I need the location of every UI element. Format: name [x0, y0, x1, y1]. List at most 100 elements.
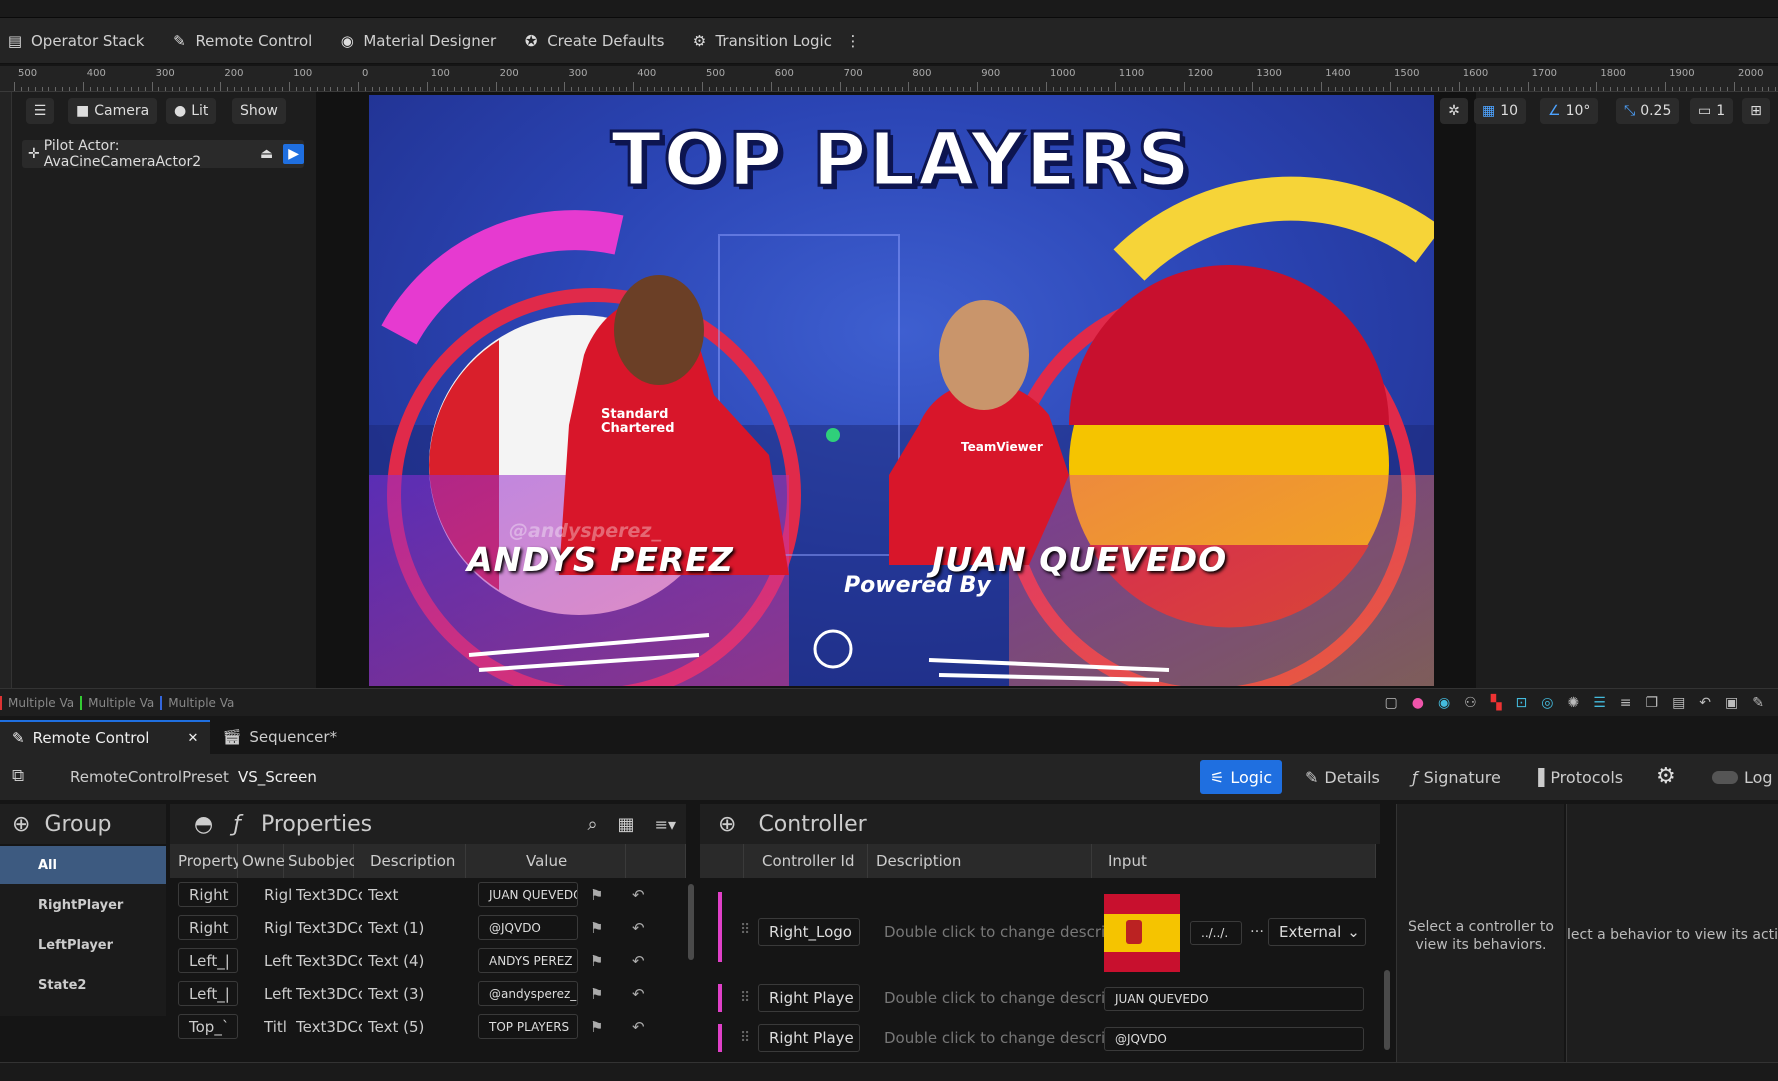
pin-icon[interactable]: ✎ — [1752, 695, 1764, 711]
ellipsis-icon[interactable]: … — [1250, 920, 1264, 936]
property-value-field[interactable]: @JQVDO — [478, 915, 578, 940]
property-name[interactable]: Right — [178, 915, 238, 940]
controller-id-right-logo[interactable]: Right_Logo — [758, 918, 860, 946]
drag-handle-icon-2[interactable]: ⠿ — [740, 990, 750, 1006]
properties-scrollbar[interactable] — [688, 884, 694, 960]
more-options-icon[interactable]: ⋮ — [844, 32, 862, 50]
col-subobject[interactable]: Subobjec — [284, 844, 357, 878]
property-value-field[interactable]: ANDYS PEREZ — [478, 948, 578, 973]
flag-icon[interactable]: ⚑ — [590, 981, 610, 1006]
reset-icon[interactable]: ↶ — [632, 915, 652, 940]
property-row[interactable]: Right Rigl Text3DCc Text (1) @JQVDO ⚑ ↶ — [170, 911, 686, 944]
flag-icon[interactable]: ⚑ — [590, 948, 610, 973]
property-row[interactable]: Right Rigl Text3DCc Text JUAN QUEVEDO ⚑ ↶ — [170, 878, 686, 911]
spain-flag-thumbnail[interactable] — [1104, 894, 1180, 972]
close-icon[interactable]: ✕ — [187, 731, 198, 746]
reset-icon[interactable]: ↶ — [632, 882, 652, 907]
controller-description-3[interactable]: Double click to change descri — [884, 1029, 1105, 1047]
settings-icon[interactable]: ⚙ — [1656, 764, 1676, 789]
channels-icon[interactable]: ▚ — [1491, 695, 1502, 711]
drag-handle-icon-3[interactable]: ⠿ — [740, 1030, 750, 1046]
controller-description-1[interactable]: Double click to change descri — [884, 923, 1105, 941]
property-name[interactable]: Left_| — [178, 981, 238, 1006]
pilot-camera-icon[interactable]: ▶ — [283, 144, 304, 164]
panels-icon[interactable]: ❐ — [1646, 695, 1659, 711]
operator-stack-button[interactable]: ▤ Operator Stack — [6, 32, 145, 50]
multi-value-x[interactable]: Multiple Va — [0, 695, 80, 710]
col-controller-description[interactable]: Description — [868, 844, 1092, 878]
property-name[interactable]: Left_| — [178, 948, 238, 973]
controller-id-right-player-2[interactable]: Right Playe — [758, 1024, 860, 1052]
property-value-field[interactable]: TOP PLAYERS — [478, 1014, 578, 1039]
bounds-icon[interactable]: ⊡ — [1516, 695, 1528, 711]
function-filter-icon[interactable]: ƒ — [233, 812, 241, 837]
grid-snap-button[interactable]: ▦ 10 — [1474, 98, 1527, 124]
col-owner[interactable]: Owne — [238, 844, 285, 878]
signature-button[interactable]: ƒ Signature — [1402, 760, 1511, 794]
reset-icon[interactable]: ↶ — [632, 948, 652, 973]
material-designer-button[interactable]: ◉ Material Designer — [338, 32, 496, 50]
group-item-rightplayer[interactable]: RightPlayer — [0, 886, 166, 924]
col-controller-input[interactable]: Input — [1092, 844, 1376, 878]
property-row[interactable]: Left_| Left Text3DCc Text (3) @andysperez_r ⚑… — [170, 977, 686, 1010]
table-icon[interactable]: ▤ — [1672, 695, 1685, 711]
camera-button[interactable]: ■ Camera — [68, 98, 158, 124]
group-item-all[interactable]: All — [0, 846, 166, 884]
flag-icon[interactable]: ⚑ — [590, 915, 610, 940]
viewport-menu-button[interactable]: ☰ — [26, 98, 54, 124]
flag-icon[interactable]: ⚑ — [590, 1014, 610, 1039]
controller-id-right-player-1[interactable]: Right Playe — [758, 984, 860, 1012]
browse-preset-icon[interactable]: ⧉ — [12, 766, 24, 786]
col-description[interactable]: Description — [354, 844, 466, 878]
property-row[interactable]: Left_| Left Text3DCc Text (4) ANDYS PEREZ ⚑ ↶ — [170, 944, 686, 977]
angle-snap-button[interactable]: ∠ 10° — [1540, 98, 1599, 124]
shape-icon[interactable]: ▢ — [1385, 695, 1398, 711]
show-button[interactable]: Show — [232, 98, 286, 124]
protocols-button[interactable]: ▐ Protocols — [1522, 760, 1633, 794]
lighting-icon[interactable]: ◉ — [1438, 695, 1450, 711]
texture-path-input[interactable]: ../../. — [1190, 921, 1242, 945]
add-group-icon[interactable]: ⊕ — [12, 812, 30, 837]
camera-speed-button[interactable]: ▭ 1 — [1690, 98, 1734, 124]
grid-view-icon[interactable]: ▦ — [618, 814, 635, 835]
group-item-state2[interactable]: State2 — [0, 966, 166, 1004]
multi-value-z[interactable]: Multiple Va — [160, 695, 240, 710]
multi-value-y[interactable]: Multiple Va — [80, 695, 160, 710]
controller-input-right-player-name[interactable]: JUAN QUEVEDO — [1104, 987, 1364, 1011]
property-value-field[interactable]: @andysperez_r — [478, 981, 578, 1006]
details-button[interactable]: ✎ Details — [1295, 760, 1390, 794]
controller-input-right-player-handle[interactable]: @JQVDO — [1104, 1027, 1364, 1051]
property-name[interactable]: Top_` — [178, 1014, 238, 1039]
col-property[interactable]: Property — [170, 844, 241, 878]
controller-description-2[interactable]: Double click to change descri — [884, 989, 1105, 1007]
scale-snap-button[interactable]: ⤡ 0.25 — [1616, 98, 1680, 124]
controller-scrollbar[interactable] — [1384, 970, 1390, 1050]
undo-icon[interactable]: ↶ — [1699, 695, 1711, 711]
surface-snap-button[interactable]: ✲ — [1440, 98, 1468, 124]
color-wheel-icon[interactable]: ● — [1412, 695, 1424, 711]
filter-icon[interactable]: ≡ — [1620, 695, 1632, 711]
layout-button[interactable]: ⊞ — [1742, 98, 1770, 124]
settings-small-icon[interactable]: ✺ — [1567, 695, 1579, 711]
create-defaults-button[interactable]: ✪ Create Defaults — [522, 32, 665, 50]
search-icon[interactable]: ⌕ — [587, 814, 597, 835]
filter-dropdown-icon[interactable]: ≡▾ — [655, 815, 676, 834]
image-icon[interactable]: ▣ — [1725, 695, 1738, 711]
flag-icon[interactable]: ⚑ — [590, 882, 610, 907]
log-toggle[interactable]: Log — [1702, 760, 1778, 794]
drag-handle-icon[interactable]: ⠿ — [740, 922, 750, 938]
group-item-leftplayer[interactable]: LeftPlayer — [0, 926, 166, 964]
logic-button[interactable]: ⚟ Logic — [1200, 760, 1283, 794]
property-value-field[interactable]: JUAN QUEVEDO — [478, 882, 578, 907]
gamepad-icon[interactable]: ⚇ — [1464, 695, 1477, 711]
property-name[interactable]: Right — [178, 882, 238, 907]
col-value[interactable]: Value — [466, 844, 626, 878]
external-dropdown[interactable]: External ⌄ — [1268, 918, 1366, 946]
reset-icon[interactable]: ↶ — [632, 1014, 652, 1039]
visibility-icon[interactable]: ◎ — [1541, 695, 1553, 711]
list-icon[interactable]: ☰ — [1593, 695, 1606, 711]
eject-icon[interactable]: ⏏ — [254, 146, 279, 162]
transition-logic-button[interactable]: ⚙ Transition Logic — [690, 32, 832, 50]
viewport[interactable]: ☰ ■ Camera ● Lit Show ✛ Pilot Actor: AvaCi… — [12, 92, 1778, 688]
col-controller-id[interactable]: Controller Id — [744, 844, 868, 878]
